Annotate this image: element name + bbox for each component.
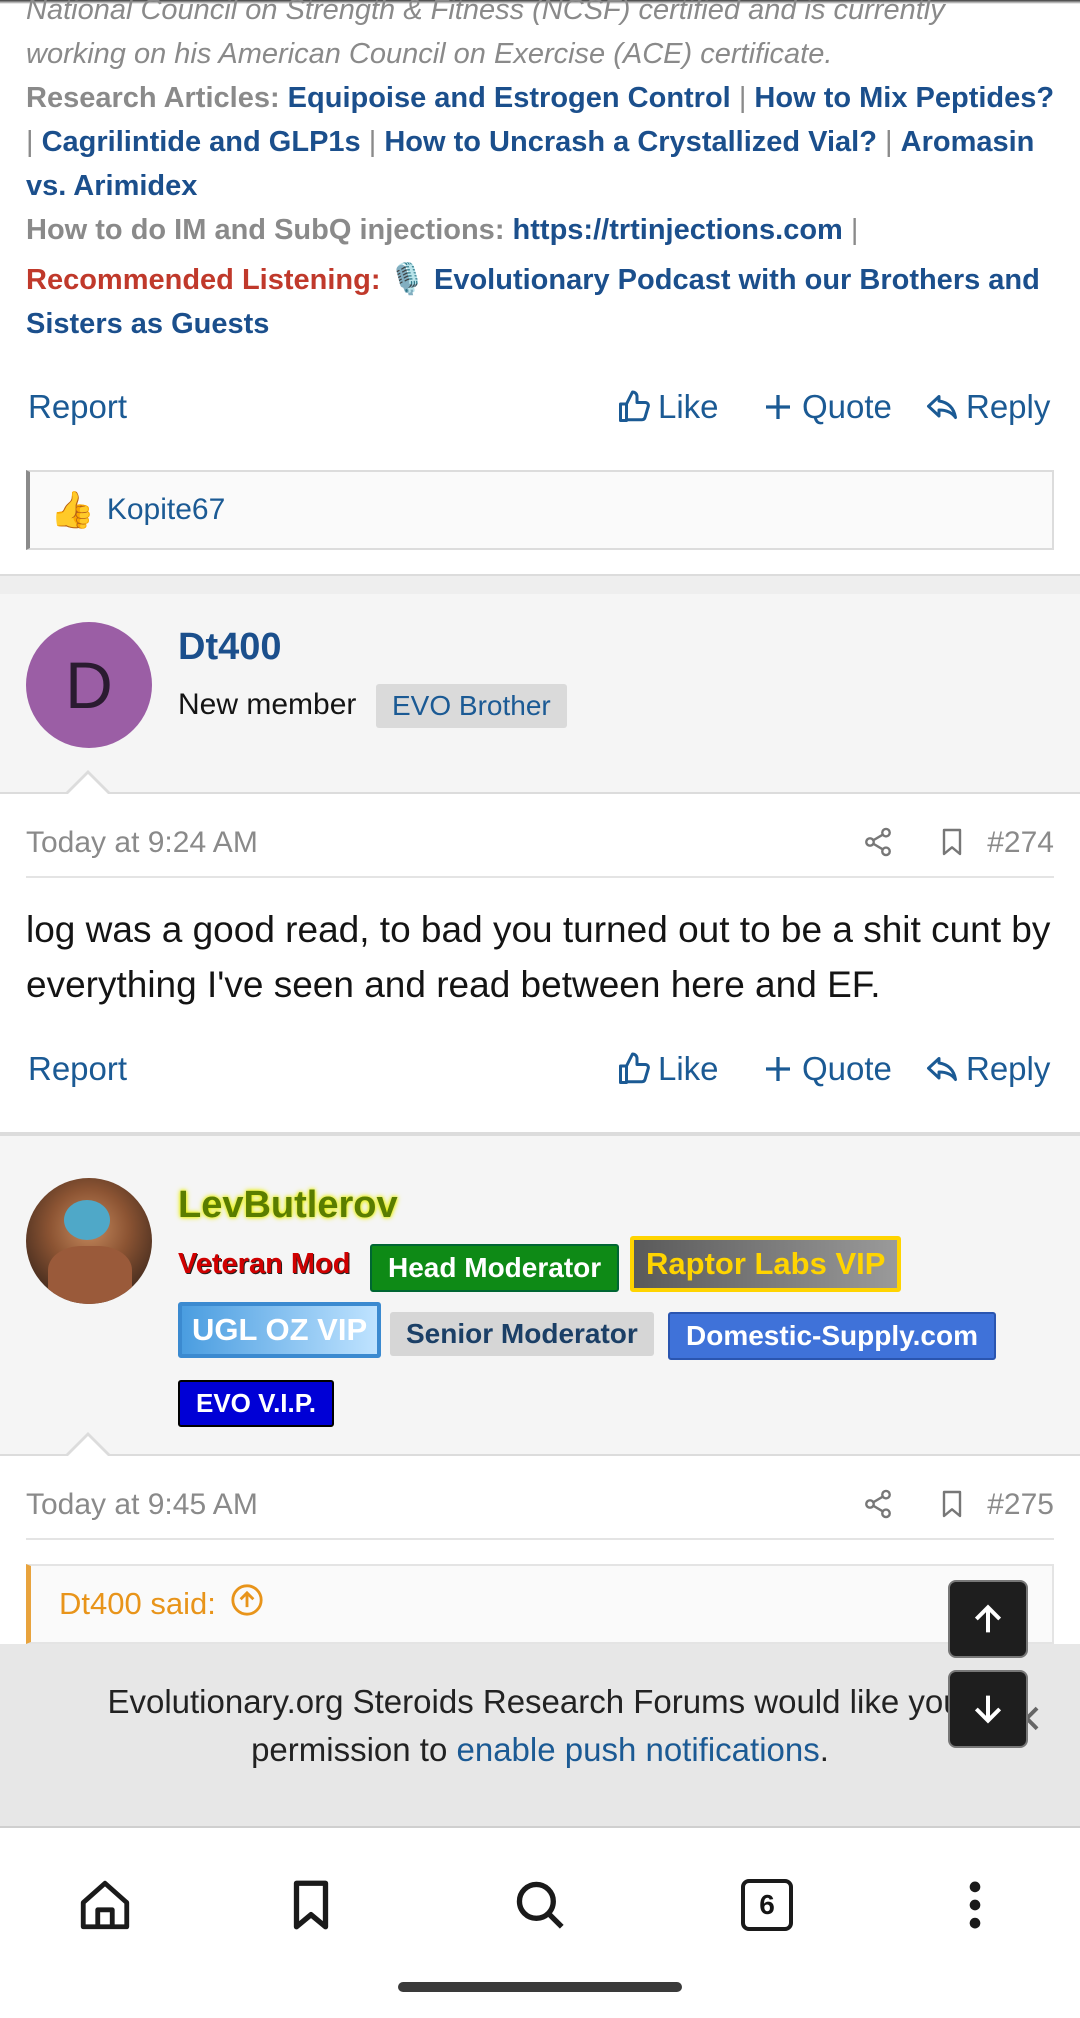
home-icon[interactable] bbox=[70, 1870, 140, 1940]
post-time[interactable]: Today at 9:45 AM bbox=[26, 1488, 258, 1522]
post-divider bbox=[0, 574, 1080, 594]
like-button[interactable]: Like bbox=[616, 388, 719, 426]
signature-line-2: working on his American Council on Exerc… bbox=[26, 38, 833, 70]
reply-icon bbox=[927, 395, 957, 419]
avatar[interactable]: D bbox=[26, 622, 152, 748]
post-273-actions: Report Like Quote Reply bbox=[0, 378, 1080, 438]
share-icon[interactable] bbox=[862, 826, 894, 866]
bookmark-icon[interactable] bbox=[276, 1870, 346, 1940]
post-275-meta: Today at 9:45 AM #275 bbox=[26, 1470, 1054, 1540]
link-equipoise[interactable]: Equipoise and Estrogen Control bbox=[288, 82, 731, 114]
link-uncrash-vial[interactable]: How to Uncrash a Crystallized Vial? bbox=[384, 126, 877, 158]
notification-text-after: . bbox=[819, 1731, 829, 1768]
avatar-face-shape bbox=[64, 1200, 110, 1240]
username[interactable]: LevButlerov bbox=[178, 1184, 398, 1227]
reply-button[interactable]: Reply bbox=[924, 388, 1050, 426]
post-275-user-block: LevButlerov Veteran Mod Head Moderator R… bbox=[0, 1136, 1080, 1456]
home-indicator[interactable] bbox=[398, 1982, 682, 1992]
thumbs-up-icon bbox=[619, 1052, 650, 1084]
notification-text-mid: permission to bbox=[251, 1731, 457, 1768]
post-274-body: log was a good read, to bad you turned o… bbox=[26, 909, 1051, 1005]
badge-ugl-oz-vip: UGL OZ VIP bbox=[178, 1302, 382, 1358]
badge-domestic-supply: Domestic-Supply.com bbox=[668, 1312, 996, 1360]
avatar[interactable] bbox=[26, 1178, 152, 1304]
reaction-users[interactable]: Kopite67 bbox=[107, 493, 225, 527]
signature: National Council on Strength & Fitness (… bbox=[26, 0, 1056, 346]
badge-raptor-labs-vip: Raptor Labs VIP bbox=[630, 1236, 902, 1292]
badge-evo-vip: EVO V.I.P. bbox=[178, 1380, 334, 1427]
podcast-link-line-2: Sisters as Guests bbox=[26, 308, 270, 340]
share-icon[interactable] bbox=[862, 1488, 894, 1528]
like-button[interactable]: Like bbox=[616, 1050, 719, 1088]
post-number[interactable]: #274 bbox=[987, 826, 1054, 860]
reply-icon bbox=[927, 1057, 957, 1081]
link-trtinjections[interactable]: https://trtinjections.com bbox=[513, 214, 843, 246]
reactions-bar[interactable]: 👍 Kopite67 bbox=[26, 470, 1054, 550]
reply-label: Reply bbox=[966, 1050, 1051, 1087]
separator: | bbox=[738, 82, 747, 114]
research-label: Research Articles: bbox=[26, 82, 280, 114]
scroll-down-button[interactable] bbox=[948, 1670, 1028, 1748]
post-274-user-block: D Dt400 New member EVO Brother bbox=[0, 594, 1080, 794]
like-label: Like bbox=[658, 388, 719, 425]
post-274-meta: Today at 9:24 AM #274 bbox=[26, 808, 1054, 878]
badge-senior-moderator: Senior Moderator bbox=[390, 1312, 654, 1356]
scroll-up-button[interactable] bbox=[948, 1580, 1028, 1658]
notification-text-line-1: Evolutionary.org Steroids Research Forum… bbox=[107, 1683, 973, 1720]
avatar-letter: D bbox=[65, 648, 113, 722]
bookmark-icon[interactable] bbox=[936, 1488, 968, 1528]
report-button[interactable]: Report bbox=[28, 1050, 127, 1088]
more-options-icon[interactable] bbox=[940, 1870, 1010, 1940]
separator: | bbox=[885, 126, 893, 158]
listening-label: Recommended Listening: bbox=[26, 264, 381, 296]
arrow-down-icon bbox=[974, 1695, 1002, 1724]
notification-text-line-2: permission to enable push notifications. bbox=[0, 1726, 1080, 1774]
browser-bottom-nav: 6 bbox=[0, 1830, 1080, 2018]
pointer bbox=[66, 1436, 110, 1458]
separator: | bbox=[850, 214, 859, 246]
user-title: Veteran Mod bbox=[178, 1248, 351, 1280]
plus-icon bbox=[766, 395, 790, 419]
quote-author[interactable]: Dt400 said: bbox=[59, 1586, 216, 1622]
tabs-count: 6 bbox=[741, 1879, 793, 1931]
separator: | bbox=[368, 126, 377, 158]
post-number[interactable]: #275 bbox=[987, 1488, 1054, 1522]
quote-button[interactable]: Quote bbox=[760, 388, 892, 426]
avatar-body-shape bbox=[48, 1246, 132, 1304]
username[interactable]: Dt400 bbox=[178, 626, 282, 669]
badge-head-moderator: Head Moderator bbox=[370, 1244, 620, 1292]
quote-block: Dt400 said: bbox=[26, 1564, 1054, 1644]
link-cagrilintide[interactable]: Cagrilintide and GLP1s bbox=[42, 126, 361, 158]
arrow-up-icon bbox=[974, 1604, 1002, 1633]
plus-icon bbox=[766, 1057, 790, 1081]
separator: | bbox=[26, 126, 34, 158]
like-label: Like bbox=[658, 1050, 719, 1087]
thumbs-up-icon bbox=[619, 390, 650, 422]
quote-label: Quote bbox=[802, 1050, 892, 1087]
quote-label: Quote bbox=[802, 388, 892, 425]
post-time[interactable]: Today at 9:24 AM bbox=[26, 826, 258, 860]
enable-push-link[interactable]: enable push notifications bbox=[456, 1731, 819, 1768]
push-notification-banner: Evolutionary.org Steroids Research Forum… bbox=[0, 1644, 1080, 1828]
reply-button[interactable]: Reply bbox=[924, 1050, 1050, 1088]
injections-label: How to do IM and SubQ injections: bbox=[26, 214, 505, 246]
user-title: New member bbox=[178, 688, 357, 721]
post-274-actions: Report Like Quote Reply bbox=[0, 1040, 1080, 1100]
link-mix-peptides[interactable]: How to Mix Peptides? bbox=[754, 82, 1054, 114]
bookmark-icon[interactable] bbox=[936, 826, 968, 866]
thumbs-up-emoji-icon: 👍 bbox=[50, 489, 95, 530]
tabs-button[interactable]: 6 bbox=[732, 1870, 802, 1940]
badge-evo-brother: EVO Brother bbox=[376, 684, 567, 728]
search-icon[interactable] bbox=[505, 1870, 575, 1940]
arrow-up-circle-icon[interactable] bbox=[230, 1583, 264, 1625]
reply-label: Reply bbox=[966, 388, 1051, 425]
report-button[interactable]: Report bbox=[28, 388, 127, 426]
microphone-icon: 🎙️ bbox=[388, 263, 426, 296]
podcast-link-line-1: Evolutionary Podcast with our Brothers a… bbox=[433, 264, 1040, 296]
signature-line-1: National Council on Strength & Fitness (… bbox=[26, 0, 945, 26]
quote-button[interactable]: Quote bbox=[760, 1050, 892, 1088]
pointer bbox=[66, 774, 110, 796]
